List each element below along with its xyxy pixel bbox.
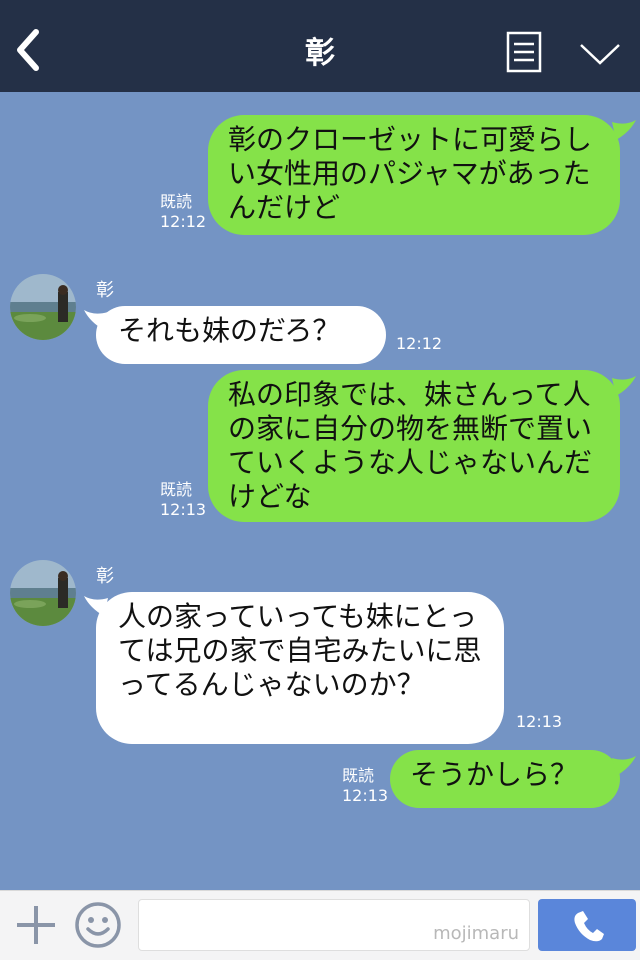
- menu-toggle-button[interactable]: [578, 40, 622, 68]
- avatar[interactable]: [10, 560, 76, 626]
- message-meta: 既読 12:12: [160, 192, 206, 232]
- read-receipt: 既読: [160, 192, 193, 211]
- smiley-icon: [75, 902, 121, 948]
- incoming-message-bubble[interactable]: 人の家っていっても妹にとっては兄の家で自宅みたいに思ってるんじゃないのか？: [96, 592, 504, 744]
- message-time: 12:12: [396, 334, 443, 353]
- add-button[interactable]: [14, 903, 58, 947]
- note-icon: [506, 31, 542, 73]
- message-meta: 既読 12:13: [342, 766, 388, 806]
- message-time: 12:13: [516, 712, 563, 731]
- incoming-message-bubble[interactable]: それも妹のだろ？: [96, 306, 386, 364]
- phone-icon: [574, 911, 604, 942]
- message-text: そうかしら？: [410, 758, 579, 791]
- chat-title: 彰: [305, 36, 335, 71]
- avatar[interactable]: [10, 274, 76, 340]
- read-receipt: 既読: [160, 480, 193, 499]
- outgoing-message-bubble[interactable]: 彰のクローゼットに可愛らしい女性用のパジャマがあったんだけど: [208, 115, 620, 235]
- outgoing-message-bubble[interactable]: 私の印象では、妹さんって人の家に自分の物を無断で置いていくような人じゃないんだけ…: [208, 370, 620, 522]
- chevron-down-icon: [580, 44, 620, 65]
- input-bar: mojimaru: [0, 890, 640, 960]
- message-text: 人の家っていっても妹にとっては兄の家で自宅みたいに思ってるんじゃないのか？: [118, 600, 482, 701]
- avatar-image: [10, 560, 76, 626]
- emoji-button[interactable]: [74, 901, 122, 949]
- note-button[interactable]: [506, 31, 542, 73]
- message-meta: 既読 12:13: [160, 480, 206, 520]
- message-text: それも妹のだろ？: [118, 314, 341, 347]
- message-text: 私の印象では、妹さんって人の家に自分の物を無断で置いていくような人じゃないんだけ…: [228, 378, 593, 513]
- bubble-tail: [612, 756, 636, 776]
- sender-name: 彰: [96, 280, 114, 301]
- avatar-image: [10, 274, 76, 340]
- outgoing-message-bubble[interactable]: そうかしら？: [390, 750, 620, 808]
- sender-name: 彰: [96, 566, 114, 587]
- plus-icon: [17, 906, 55, 944]
- read-receipt: 既読: [342, 766, 375, 785]
- bubble-tail: [612, 376, 636, 396]
- message-text: 彰のクローゼットに可愛らしい女性用のパジャマがあったんだけど: [228, 123, 593, 224]
- message-time: 12:12: [160, 212, 207, 231]
- message-input[interactable]: mojimaru: [138, 899, 530, 951]
- call-button[interactable]: [538, 899, 636, 951]
- bubble-tail: [612, 120, 636, 140]
- message-time: 12:13: [342, 786, 389, 805]
- message-time: 12:13: [160, 500, 207, 519]
- chat-header: 彰: [0, 0, 640, 92]
- chat-area[interactable]: 既読 12:12 彰のクローゼットに可愛らしい女性用のパジャマがあったんだけど …: [0, 92, 640, 890]
- watermark-text: mojimaru: [433, 923, 519, 944]
